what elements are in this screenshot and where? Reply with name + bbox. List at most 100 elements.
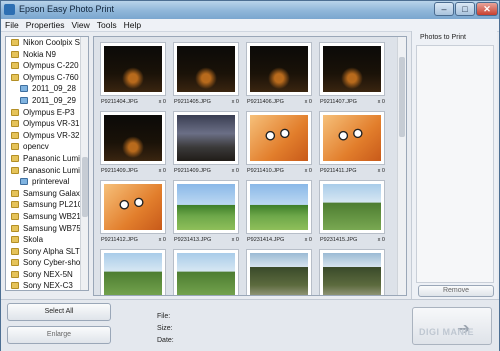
photo-thumbnail[interactable]: P9211410.JPG x 0 [244, 111, 315, 180]
window-title: Epson Easy Photo Print [19, 4, 115, 14]
next-button[interactable]: ➔ [412, 307, 492, 345]
photo-thumbnail[interactable]: P9211412.JPG x 0 [98, 180, 169, 249]
folder-item[interactable]: Samsung WB21 [6, 211, 88, 223]
folder-item[interactable]: Nikon Coolpix S [6, 37, 88, 49]
close-button[interactable]: ✕ [476, 2, 498, 16]
menu-tools[interactable]: Tools [93, 19, 120, 30]
folder-item[interactable]: 2011_09_28 [6, 83, 88, 95]
folder-icon [11, 212, 19, 220]
folder-tree[interactable]: Nikon Coolpix S Nokia N9 Olympus C-220 Olym… [5, 36, 89, 291]
folder-item[interactable]: Olympus C-760 [6, 72, 88, 84]
menu-help[interactable]: Help [120, 19, 144, 30]
thumbnail-print-count: x 0 [377, 168, 385, 174]
folder-item[interactable]: Olympus E-P3 [6, 107, 88, 119]
folder-scroll-thumb[interactable] [82, 157, 88, 217]
thumbnail-frame [319, 111, 385, 165]
folder-scrollbar[interactable] [80, 37, 88, 290]
photo-thumbnail[interactable]: P9211405.JPG x 0 [171, 42, 242, 111]
folder-icon [11, 282, 19, 290]
folder-item[interactable]: Olympus VR-32 [6, 130, 88, 142]
folder-label: Olympus C-760 [23, 72, 79, 82]
folder-item[interactable]: Olympus C-220 [6, 60, 88, 72]
thumbnail-print-count: x 0 [158, 99, 166, 105]
thumbnail-filename: P9231414.JPG [247, 237, 285, 243]
enlarge-button[interactable]: Enlarge [7, 326, 111, 344]
photo-thumbnail[interactable] [317, 249, 388, 295]
folder-item[interactable]: Samsung Galax [6, 188, 88, 200]
thumbnail-image [177, 184, 235, 230]
folder-label: Samsung Galax [23, 188, 80, 198]
folder-item[interactable]: printereval [6, 176, 88, 188]
thumbnail-frame [319, 180, 385, 234]
folder-label: printereval [32, 177, 70, 187]
remove-button[interactable]: Remove [418, 285, 494, 297]
thumbnail-scrollbar[interactable] [397, 37, 406, 295]
folder-label: opencv [23, 142, 49, 152]
folder-item[interactable]: opencv [6, 141, 88, 153]
folder-label: Skola [23, 235, 44, 245]
thumbnail-filename: P9211411.JPG [320, 168, 357, 174]
folder-item[interactable]: Samsung PL210 [6, 199, 88, 211]
thumbnail-frame [173, 42, 239, 96]
folder-label: Olympus VR-31 [23, 119, 80, 129]
folder-item[interactable]: Olympus VR-31 [6, 118, 88, 130]
thumbnail-image [104, 115, 162, 161]
photo-thumbnail[interactable] [98, 249, 169, 295]
photo-thumbnail[interactable] [244, 249, 315, 295]
folder-item[interactable]: Panasonic Lumi [6, 153, 88, 165]
thumbnail-print-count: x 0 [231, 168, 239, 174]
folder-item[interactable]: Sony Cyber-sho [6, 257, 88, 269]
folder-label: 2011_09_29 [32, 95, 76, 105]
folder-item[interactable]: Skola [6, 234, 88, 246]
folder-label: Olympus VR-32 [23, 130, 80, 140]
photo-thumbnail[interactable]: P9231415.JPG x 0 [317, 180, 388, 249]
select-all-button[interactable]: Select All [7, 303, 111, 321]
menu-properties[interactable]: Properties [22, 19, 68, 30]
folder-icon [11, 50, 19, 58]
thumbnail-image [250, 184, 308, 230]
photo-thumbnail[interactable]: P9211409.JPG x 0 [171, 111, 242, 180]
photo-thumbnail[interactable]: P9231413.JPG x 0 [171, 180, 242, 249]
photo-thumbnail[interactable]: P9211409.JPG x 0 [98, 111, 169, 180]
thumbnail-filename: P9211404.JPG [101, 99, 138, 105]
thumbnail-frame [319, 249, 385, 295]
photo-thumbnail[interactable]: P9231414.JPG x 0 [244, 180, 315, 249]
folder-item[interactable]: Nokia N9 [6, 49, 88, 61]
thumbnail-image [250, 253, 308, 295]
folder-item[interactable]: Sony NEX-5N [6, 269, 88, 281]
thumbnail-print-count: x 0 [304, 168, 312, 174]
folder-label: Samsung PL210 [23, 200, 83, 210]
folder-icon [11, 189, 19, 197]
menu-view[interactable]: View [67, 19, 92, 30]
folder-item[interactable]: Sony Alpha SLT [6, 246, 88, 258]
thumbnail-image [104, 46, 162, 92]
thumbnail-scroll-thumb[interactable] [399, 57, 405, 137]
folder-item[interactable]: Panasonic Lumi [6, 165, 88, 177]
folder-item[interactable]: 2011_09_29 [6, 95, 88, 107]
thumbnail-image [250, 115, 308, 161]
folder-icon [11, 201, 19, 209]
folder-icon [11, 39, 19, 46]
photo-thumbnail[interactable]: P9211404.JPG x 0 [98, 42, 169, 111]
folder-label: Sony NEX-5N [23, 269, 73, 279]
maximize-button[interactable]: □ [455, 2, 475, 16]
thumbnail-frame [246, 111, 312, 165]
folder-item[interactable]: Sony NEX-C3 [6, 280, 88, 290]
minimize-button[interactable]: – [434, 2, 454, 16]
photo-thumbnail[interactable]: P9211407.JPG x 0 [317, 42, 388, 111]
folder-icon [11, 166, 19, 174]
photos-to-print-list[interactable] [416, 45, 494, 283]
thumbnail-print-count: x 0 [377, 99, 385, 105]
photo-thumbnail[interactable] [171, 249, 242, 295]
folder-label: Olympus C-220 [23, 61, 79, 71]
folder-item[interactable]: Samsung WB75 [6, 223, 88, 235]
thumbnail-print-count: x 0 [377, 237, 385, 243]
thumbnail-frame [319, 42, 385, 96]
remove-button-label: Remove [442, 287, 470, 294]
thumbnail-filename: P9211405.JPG [174, 99, 211, 105]
folder-icon [11, 154, 19, 162]
photo-thumbnail[interactable]: P9211411.JPG x 0 [317, 111, 388, 180]
menu-file[interactable]: File [1, 19, 22, 30]
thumbnail-frame [173, 249, 239, 295]
photo-thumbnail[interactable]: P9211406.JPG x 0 [244, 42, 315, 111]
